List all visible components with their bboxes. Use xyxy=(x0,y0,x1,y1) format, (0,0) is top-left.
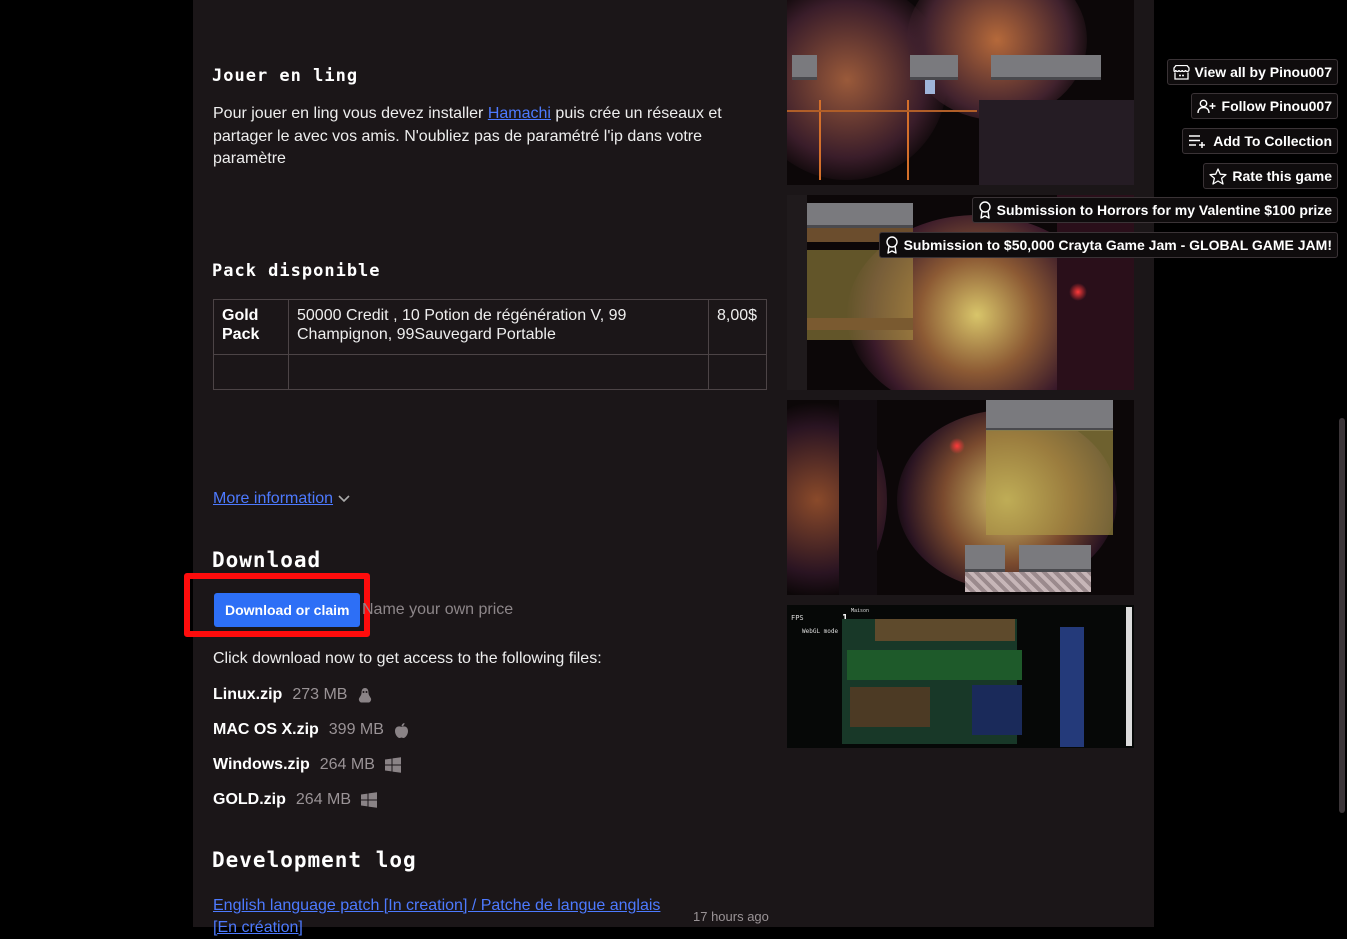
add-user-icon xyxy=(1196,99,1216,113)
follow-button[interactable]: Follow Pinou007 xyxy=(1190,93,1338,119)
apple-icon xyxy=(394,722,408,738)
rate-game-button[interactable]: Rate this game xyxy=(1203,163,1338,189)
pack-price-cell: 8,00$ xyxy=(708,299,767,355)
game-screenshot[interactable] xyxy=(787,400,1134,595)
jam-submission-link[interactable]: Submission to $50,000 Crayta Game Jam - … xyxy=(878,232,1338,258)
add-to-collection-button[interactable]: Add To Collection xyxy=(1182,128,1338,154)
view-all-button[interactable]: View all by Pinou007 xyxy=(1166,59,1338,85)
star-icon xyxy=(1209,167,1228,185)
view-all-label: View all by Pinou007 xyxy=(1194,64,1332,80)
linux-icon xyxy=(359,687,372,702)
game-screenshot[interactable]: FPS 1 WebGL mode Maison xyxy=(787,605,1134,748)
devlog-heading: Development log xyxy=(212,848,417,872)
price-hint: Name your own price xyxy=(362,601,514,618)
download-intro: Click download now to get access to the … xyxy=(213,650,602,667)
hamachi-link[interactable]: Hamachi xyxy=(488,105,551,122)
add-list-icon xyxy=(1189,134,1206,148)
game-page: Jouer en ling Pour jouer en ling vous de… xyxy=(184,0,1154,936)
download-or-claim-button[interactable]: Download or claim xyxy=(214,593,361,627)
file-name: MAC OS X.zip xyxy=(213,721,319,738)
fps-label: FPS xyxy=(791,614,804,622)
upload-row: Linux.zip 273 MB xyxy=(213,686,373,704)
award-ribbon-icon xyxy=(885,236,898,254)
table-row xyxy=(213,354,767,390)
online-paragraph: Pour jouer en ling vous devez installer … xyxy=(213,103,733,171)
file-size: 273 MB xyxy=(292,686,348,703)
pack-desc-cell: 50000 Credit , 10 Potion de régénération… xyxy=(288,299,709,355)
file-name: Linux.zip xyxy=(213,686,283,703)
file-size: 264 MB xyxy=(295,791,352,808)
jam-submission-link[interactable]: Submission to Horrors for my Valentine $… xyxy=(971,197,1338,223)
file-size: 264 MB xyxy=(319,756,375,773)
pack-name-cell xyxy=(213,354,289,390)
rate-game-label: Rate this game xyxy=(1232,168,1332,184)
jam-submission-label: Submission to $50,000 Crayta Game Jam - … xyxy=(903,237,1332,253)
more-information-toggle[interactable]: More information xyxy=(213,490,350,508)
jam-submission-label: Submission to Horrors for my Valentine $… xyxy=(996,202,1332,218)
windows-icon xyxy=(361,792,378,808)
upload-row: Windows.zip 264 MB xyxy=(213,756,401,774)
itchio-store-icon xyxy=(1172,64,1190,80)
map-name-label: Maison xyxy=(851,608,870,614)
file-name: GOLD.zip xyxy=(213,791,286,808)
upload-row: MAC OS X.zip 399 MB xyxy=(213,721,409,739)
game-screenshot[interactable] xyxy=(787,0,1134,185)
page-scrollbar[interactable] xyxy=(1339,418,1345,813)
file-size: 399 MB xyxy=(328,721,384,738)
download-heading: Download xyxy=(212,548,322,572)
pack-price-cell xyxy=(708,354,767,390)
webgl-mode-label: WebGL mode xyxy=(802,628,839,635)
more-information-link[interactable]: More information xyxy=(213,490,333,508)
devlog-entry-time: 17 hours ago xyxy=(693,909,769,924)
pack-table: Gold Pack 50000 Credit , 10 Potion de ré… xyxy=(213,299,767,390)
pack-heading: Pack disponible xyxy=(212,261,381,281)
pack-desc-cell xyxy=(288,354,709,390)
online-heading: Jouer en ling xyxy=(212,66,359,86)
online-text-before: Pour jouer en ling vous devez installer xyxy=(213,105,488,122)
pack-name-cell: Gold Pack xyxy=(213,299,289,355)
game-screenshot[interactable] xyxy=(787,195,1134,390)
devlog-entry-link[interactable]: English language patch [In creation] / P… xyxy=(213,895,683,939)
windows-icon xyxy=(384,757,401,773)
chevron-down-icon xyxy=(338,495,350,503)
file-name: Windows.zip xyxy=(213,756,310,773)
add-to-collection-label: Add To Collection xyxy=(1213,133,1332,149)
follow-label: Follow Pinou007 xyxy=(1221,98,1332,114)
upload-row: GOLD.zip 264 MB xyxy=(213,791,378,809)
table-row: Gold Pack 50000 Credit , 10 Potion de ré… xyxy=(213,299,767,355)
award-ribbon-icon xyxy=(978,201,991,219)
